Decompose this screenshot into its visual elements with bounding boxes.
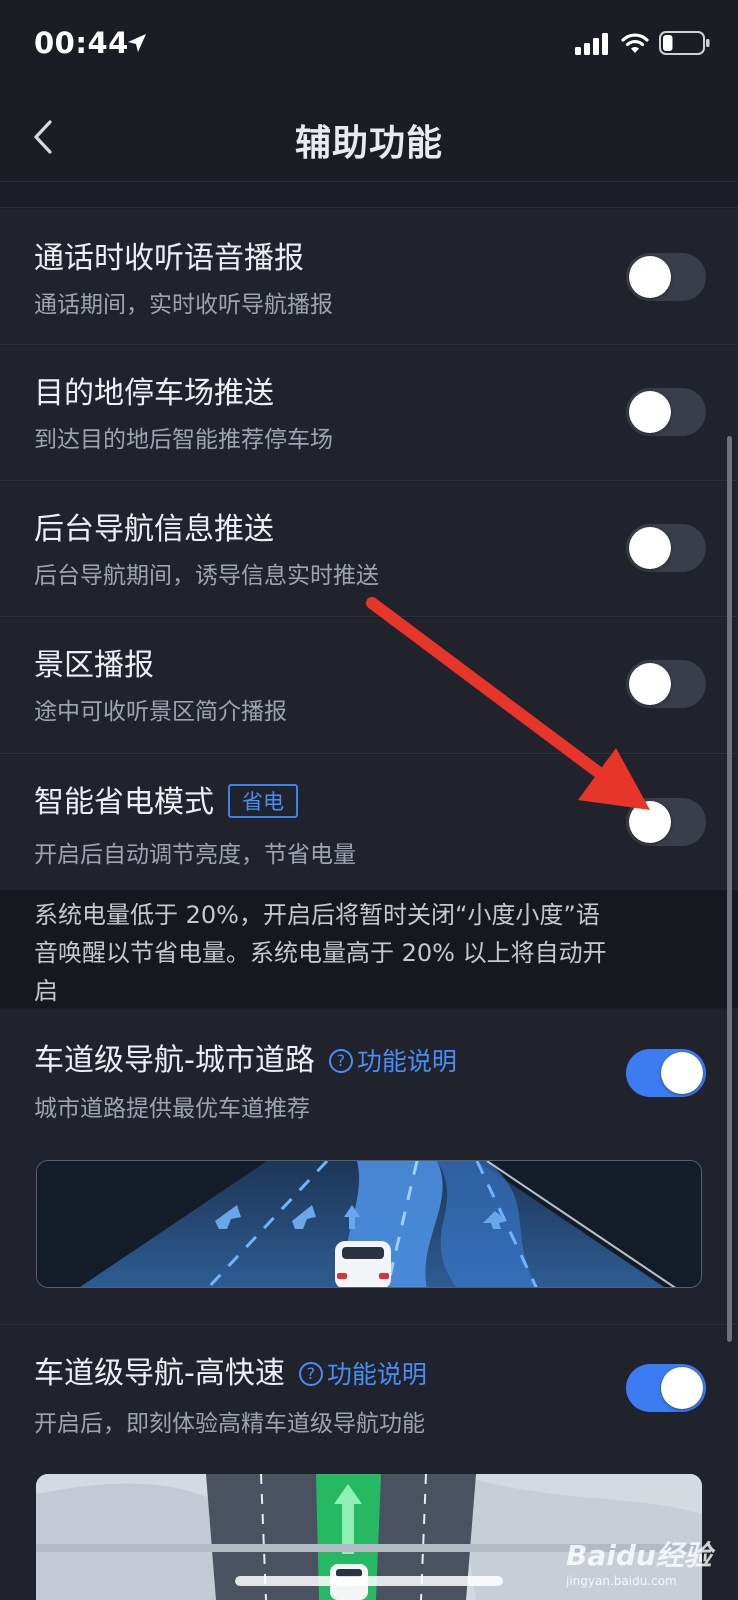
setting-title: 后台导航信息推送 xyxy=(34,512,274,547)
note-line: 音唤醒以节省电量。系统电量高于 20% 以上将自动开 xyxy=(34,939,607,967)
power-saving-toggle[interactable] xyxy=(626,798,706,846)
status-bar: 00:44 xyxy=(0,0,738,92)
power-saving-badge: 省电 xyxy=(228,783,298,818)
help-circle-icon: ? xyxy=(328,1048,353,1073)
scrollbar[interactable] xyxy=(727,436,732,1342)
status-time: 00:44 xyxy=(34,26,129,60)
setting-title-text: 车道级导航-城市道路 xyxy=(34,1043,315,1078)
note-line: 启 xyxy=(34,977,58,1005)
setting-title: 景区播报 xyxy=(34,648,154,683)
setting-row-power-saving: 智能省电模式 省电 开启后自动调节亮度，节省电量 xyxy=(0,755,738,890)
setting-title: 通话时收听语音播报 xyxy=(34,241,304,276)
lane-nav-city-toggle[interactable] xyxy=(626,1049,706,1097)
parking-push-toggle[interactable] xyxy=(626,388,706,436)
setting-subtitle: 途中可收听景区简介播报 xyxy=(34,699,287,725)
setting-subtitle: 城市道路提供最优车道推荐 xyxy=(34,1096,310,1122)
lane-nav-city-help-link[interactable]: ? 功能说明 xyxy=(328,1042,457,1078)
help-circle-icon: ? xyxy=(298,1361,323,1386)
list-top-spacer xyxy=(0,182,738,208)
setting-title: 智能省电模式 省电 xyxy=(34,777,298,821)
setting-row-call-voice: 通话时收听语音播报 通话期间，实时收听导航播报 xyxy=(0,209,738,345)
nav-bar: 辅助功能 xyxy=(0,92,738,182)
setting-subtitle: 后台导航期间，诱导信息实时推送 xyxy=(34,563,379,589)
baidu-watermark: Baidu经验 jingyan.baidu.com xyxy=(566,1534,716,1594)
setting-subtitle: 到达目的地后智能推荐停车场 xyxy=(34,427,333,453)
setting-row-scenic-broadcast: 景区播报 途中可收听景区简介播报 xyxy=(0,618,738,754)
help-link-label: 功能说明 xyxy=(356,1046,457,1076)
watermark-brand: Baidu经验 xyxy=(566,1539,712,1572)
page-title: 辅助功能 xyxy=(294,123,443,164)
lane-nav-city-illustration xyxy=(36,1160,702,1288)
lane-nav-highway-help-link[interactable]: ? 功能说明 xyxy=(298,1355,427,1391)
wifi-icon xyxy=(621,33,649,53)
home-indicator[interactable] xyxy=(235,1576,503,1586)
scenic-broadcast-toggle[interactable] xyxy=(626,660,706,708)
setting-title: 目的地停车场推送 xyxy=(34,376,274,411)
setting-subtitle: 开启后自动调节亮度，节省电量 xyxy=(34,842,356,868)
signal-icon xyxy=(575,33,608,55)
setting-subtitle: 开启后，即刻体验高精车道级导航功能 xyxy=(34,1411,425,1437)
background-push-toggle[interactable] xyxy=(626,524,706,572)
setting-title-text: 车道级导航-高快速 xyxy=(34,1356,285,1391)
setting-subtitle: 通话期间，实时收听导航播报 xyxy=(34,292,333,318)
battery-icon xyxy=(659,31,710,55)
setting-row-parking-push: 目的地停车场推送 到达目的地后智能推荐停车场 xyxy=(0,346,738,481)
call-voice-toggle[interactable] xyxy=(626,253,706,301)
setting-title: 车道级导航-高快速? 功能说明 xyxy=(34,1348,427,1393)
power-saving-note: 系统电量低于 20%，开启后将暂时关闭“小度小度”语 音唤醒以节省电量。系统电量… xyxy=(0,890,738,1008)
location-arrow-icon xyxy=(128,34,146,52)
help-link-label: 功能说明 xyxy=(326,1359,427,1389)
note-line: 系统电量低于 20%，开启后将暂时关闭“小度小度”语 xyxy=(34,901,600,929)
lane-nav-highway-toggle[interactable] xyxy=(626,1364,706,1412)
setting-title-text: 智能省电模式 xyxy=(34,785,214,820)
setting-row-background-push: 后台导航信息推送 后台导航期间，诱导信息实时推送 xyxy=(0,482,738,617)
setting-title: 车道级导航-城市道路? 功能说明 xyxy=(34,1035,457,1080)
watermark-url: jingyan.baidu.com xyxy=(566,1574,677,1588)
